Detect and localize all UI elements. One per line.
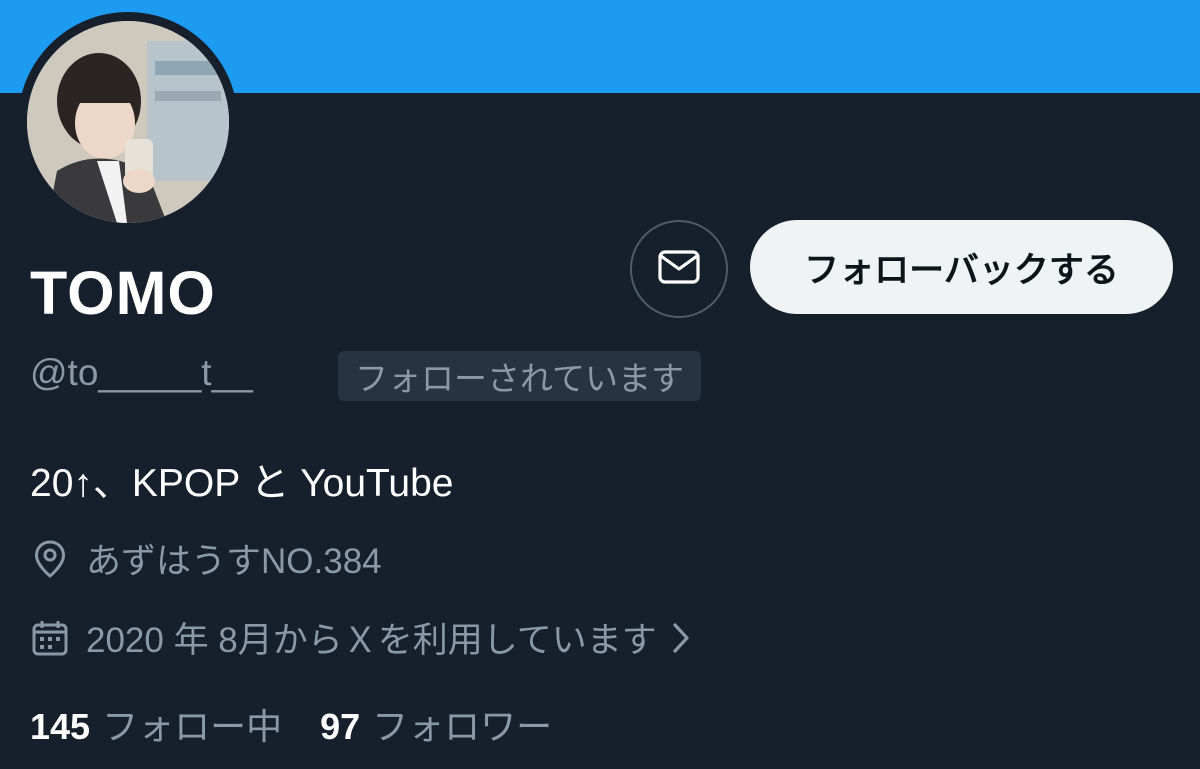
location-row: あずはうすNO.384	[30, 533, 382, 584]
display-name: TOMO	[30, 259, 216, 327]
location-pin-icon	[30, 539, 70, 579]
followers-count: 97	[320, 706, 361, 747]
chevron-right-icon	[671, 621, 691, 655]
calendar-icon	[30, 618, 70, 658]
message-button[interactable]	[630, 220, 728, 318]
location-text: あずはうすNO.384	[86, 542, 382, 581]
followers-label: フォロワー	[372, 706, 553, 747]
bio-text: 20↑、KPOP と YouTube	[30, 462, 454, 505]
avatar-image	[27, 21, 229, 223]
follows-you-badge: フォローされています	[338, 351, 702, 401]
follow-stats: 145 フォロー中 97 フォロワー	[30, 698, 590, 750]
joined-row[interactable]: 2020 年 8月からＸを利用しています	[30, 612, 691, 663]
followers-stat[interactable]: 97 フォロワー	[320, 698, 552, 750]
username-handle: @to_____t__	[30, 352, 253, 393]
following-label: フォロー中	[102, 706, 283, 747]
following-count: 145	[30, 706, 91, 747]
mail-icon	[657, 249, 701, 290]
joined-text: 2020 年 8月からＸを利用しています	[86, 621, 657, 660]
avatar[interactable]	[18, 12, 238, 232]
follow-back-button[interactable]: フォローバックする	[750, 220, 1173, 314]
following-stat[interactable]: 145 フォロー中	[30, 698, 282, 750]
